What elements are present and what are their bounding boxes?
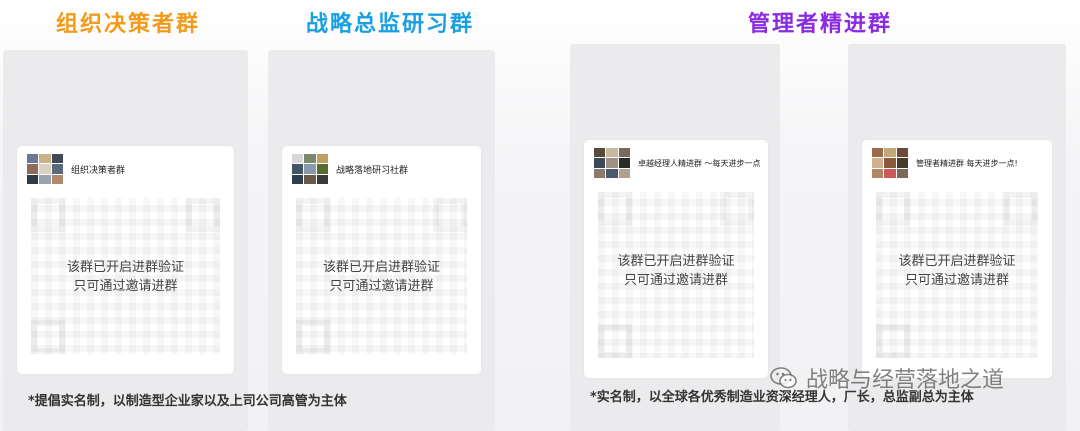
watermark: 战略与经营落地之道 (770, 362, 1004, 394)
card-header: 卓越经理人精进群 ～每天进步一点 (594, 148, 761, 178)
group-name: 管理者精进群 每天进步一点! (916, 158, 1018, 168)
verify-line-2: 只可通过邀请进群 (73, 279, 178, 294)
verify-line-2: 只可通过邀请进群 (904, 273, 1009, 288)
group-name: 组织决策者群 (71, 165, 126, 176)
group-card-1[interactable]: 组织决策者群 该群已开启进群验证 只可通过邀请进群 (17, 146, 234, 374)
group-name: 卓越经理人精进群 ～每天进步一点 (638, 158, 761, 168)
wechat-icon (770, 367, 797, 389)
group-avatar-icon (872, 148, 908, 178)
group-avatar-icon (27, 154, 63, 184)
heading-org-decision-group: 组织决策者群 (55, 12, 200, 37)
group-avatar-icon (594, 148, 630, 178)
verify-line-2: 只可通过邀请进群 (623, 273, 728, 288)
footnote-left: *提倡实名制，以制造型企业家以及上司公司高管为主体 (28, 394, 347, 409)
group-card-2[interactable]: 战略落地研习社群 该群已开启进群验证 只可通过邀请进群 (282, 146, 481, 374)
verify-line-1: 该群已开启进群验证 (66, 260, 184, 275)
verify-line-1: 该群已开启进群验证 (898, 254, 1016, 269)
group-card-3[interactable]: 卓越经理人精进群 ～每天进步一点 该群已开启进群验证 只可通过邀请进群 (584, 140, 768, 378)
card-header: 战略落地研习社群 (292, 154, 408, 184)
card-header: 组织决策者群 (27, 154, 125, 184)
card-header: 管理者精进群 每天进步一点! (872, 148, 1018, 178)
heading-manager-group: 管理者精进群 (747, 12, 892, 37)
verify-line-1: 该群已开启进群验证 (617, 254, 735, 269)
heading-strategy-director-group: 战略总监研习群 (305, 12, 474, 37)
watermark-text: 战略与经营落地之道 (806, 368, 1005, 393)
group-avatar-icon (292, 154, 328, 184)
group-name: 战略落地研习社群 (336, 165, 409, 176)
verify-line-1: 该群已开启进群验证 (322, 260, 440, 275)
group-card-4[interactable]: 管理者精进群 每天进步一点! 该群已开启进群验证 只可通过邀请进群 (862, 140, 1052, 378)
verify-line-2: 只可通过邀请进群 (329, 279, 434, 294)
